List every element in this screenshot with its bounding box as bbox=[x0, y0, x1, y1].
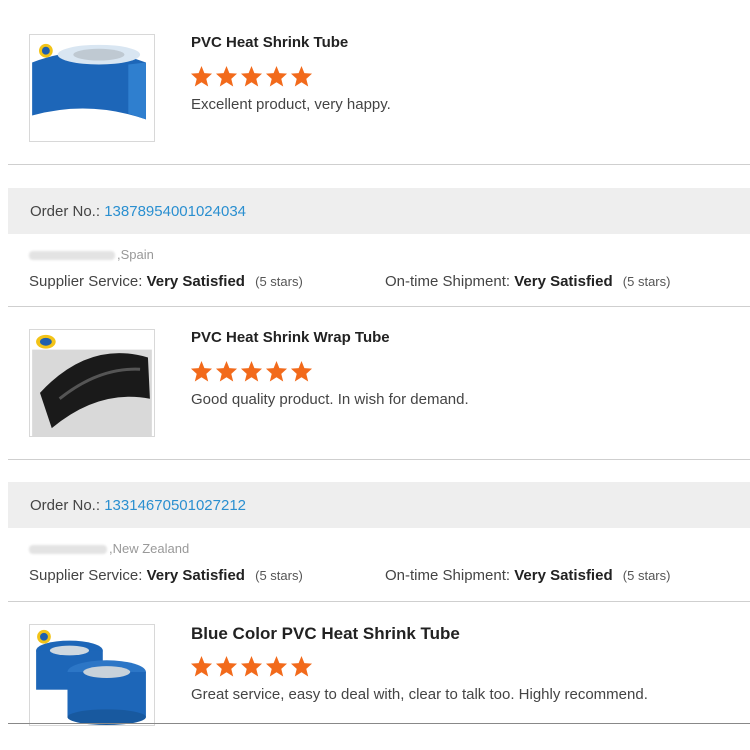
divider bbox=[8, 601, 750, 602]
order-label: Order No.: bbox=[30, 497, 101, 514]
divider bbox=[8, 306, 750, 307]
supplier-service-label: Supplier Service: bbox=[29, 273, 143, 290]
star-icon bbox=[190, 655, 213, 677]
shipment-rating: On-time Shipment: Very Satisfied (5 star… bbox=[385, 567, 670, 584]
product-image[interactable] bbox=[29, 329, 155, 437]
supplier-service-rating: Supplier Service: Very Satisfied (5 star… bbox=[29, 567, 303, 584]
supplier-service-rating: Supplier Service: Very Satisfied (5 star… bbox=[29, 273, 303, 290]
star-rating bbox=[190, 65, 313, 87]
star-icon bbox=[290, 360, 313, 382]
product-title[interactable]: Blue Color PVC Heat Shrink Tube bbox=[191, 624, 460, 644]
blue-tube-roll-icon bbox=[30, 35, 154, 141]
review-item: Blue Color PVC Heat Shrink Tube Great se… bbox=[0, 620, 750, 740]
star-icon bbox=[215, 65, 238, 87]
divider bbox=[8, 164, 750, 165]
star-icon bbox=[290, 655, 313, 677]
star-icon bbox=[265, 360, 288, 382]
supplier-service-value: Very Satisfied bbox=[146, 567, 245, 584]
order-number-link[interactable]: 13314670501027212 bbox=[104, 497, 246, 514]
star-icon bbox=[215, 655, 238, 677]
star-icon bbox=[215, 360, 238, 382]
buyer-country: ,New Zealand bbox=[109, 541, 190, 556]
product-image[interactable] bbox=[29, 34, 155, 142]
star-rating bbox=[190, 655, 313, 677]
shipment-rating: On-time Shipment: Very Satisfied (5 star… bbox=[385, 273, 670, 290]
shipment-label: On-time Shipment: bbox=[385, 567, 511, 584]
supplier-service-label: Supplier Service: bbox=[29, 567, 143, 584]
shipment-stars: (5 stars) bbox=[622, 568, 671, 583]
review-item: PVC Heat Shrink Wrap Tube Good quality p… bbox=[0, 325, 750, 445]
order-header: Order No.: 13314670501027212 bbox=[8, 482, 750, 528]
divider bbox=[8, 723, 750, 724]
product-image[interactable] bbox=[29, 624, 155, 726]
order-number-link[interactable]: 13878954001024034 bbox=[104, 203, 246, 220]
shipment-value: Very Satisfied bbox=[514, 567, 613, 584]
supplier-service-value: Very Satisfied bbox=[146, 273, 245, 290]
buyer-country: ,Spain bbox=[117, 247, 154, 262]
order-label: Order No.: bbox=[30, 203, 101, 220]
product-title[interactable]: PVC Heat Shrink Tube bbox=[191, 34, 348, 51]
star-icon bbox=[190, 360, 213, 382]
star-icon bbox=[290, 65, 313, 87]
star-icon bbox=[265, 655, 288, 677]
supplier-service-stars: (5 stars) bbox=[255, 274, 303, 289]
buyer-info: ,New Zealand bbox=[29, 541, 189, 556]
blue-tube-rolls-icon bbox=[30, 625, 154, 725]
star-icon bbox=[190, 65, 213, 87]
review-item: PVC Heat Shrink Tube Excellent product, … bbox=[0, 30, 750, 150]
buyer-info: ,Spain bbox=[29, 247, 154, 262]
supplier-service-stars: (5 stars) bbox=[255, 568, 303, 583]
shipment-label: On-time Shipment: bbox=[385, 273, 511, 290]
star-icon bbox=[240, 360, 263, 382]
shipment-value: Very Satisfied bbox=[514, 273, 613, 290]
order-header: Order No.: 13878954001024034 bbox=[8, 188, 750, 234]
blurred-buyer-name bbox=[29, 251, 115, 261]
star-rating bbox=[190, 360, 313, 382]
star-icon bbox=[265, 65, 288, 87]
star-icon bbox=[240, 655, 263, 677]
shipment-stars: (5 stars) bbox=[622, 274, 671, 289]
divider bbox=[8, 459, 750, 460]
review-comment: Good quality product. In wish for demand… bbox=[191, 391, 469, 408]
review-comment: Great service, easy to deal with, clear … bbox=[191, 686, 648, 703]
review-comment: Excellent product, very happy. bbox=[191, 96, 391, 113]
product-title[interactable]: PVC Heat Shrink Wrap Tube bbox=[191, 329, 390, 346]
black-tube-roll-icon bbox=[30, 330, 154, 436]
star-icon bbox=[240, 65, 263, 87]
blurred-buyer-name bbox=[29, 545, 107, 555]
